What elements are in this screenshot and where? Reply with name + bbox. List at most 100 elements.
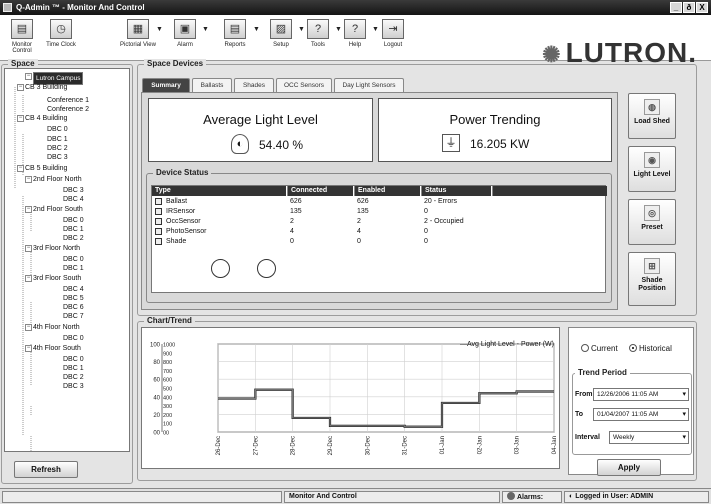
tree-node[interactable]: 4th Floor North — [33, 323, 80, 332]
tab-occ-sensors[interactable]: OCC Sensors — [276, 78, 332, 92]
tree-node[interactable]: DBC 2 — [63, 373, 84, 382]
tree-node[interactable]: 2nd Floor North — [33, 175, 82, 184]
space-tree[interactable]: − Lutron Campus − CB 3 Building Conference 1… — [4, 68, 130, 452]
to-date-value: 01/04/2007 11:05 AM — [597, 411, 659, 418]
column-header-enabled[interactable]: Enabled — [354, 186, 420, 196]
column-header-type[interactable]: Type — [152, 186, 286, 196]
shade-position-button[interactable]: ⊞ Shade Position — [628, 252, 676, 306]
tree-node[interactable]: DBC 0 — [63, 334, 84, 343]
to-date-picker[interactable]: 01/04/2007 11:05 AM ▾ — [593, 408, 689, 421]
tree-collapse-toggle[interactable]: − — [25, 176, 32, 183]
tree-node[interactable]: CB 3 Building — [25, 83, 67, 92]
tree-node[interactable]: Conference 2 — [47, 105, 89, 114]
tree-node[interactable]: DBC 6 — [63, 303, 84, 312]
tree-node[interactable]: 3rd Floor South — [33, 274, 81, 283]
tree-node[interactable]: 2nd Floor South — [33, 205, 83, 214]
tree-node[interactable]: DBC 5 — [63, 294, 84, 303]
table-row[interactable]: Shade 0 0 0 — [152, 237, 605, 247]
chevron-down-icon[interactable]: ▼ — [156, 26, 163, 33]
tree-collapse-toggle[interactable]: − — [25, 275, 32, 282]
tree-node[interactable]: DBC 3 — [47, 153, 68, 162]
historical-radio[interactable]: Historical — [629, 344, 672, 353]
tree-node[interactable]: 3rd Floor North — [33, 244, 80, 253]
reports-button[interactable]: ▤ Reports ▼ — [219, 19, 260, 48]
tree-node[interactable]: DBC 4 — [63, 195, 84, 204]
column-header-status[interactable]: Status — [421, 186, 491, 196]
tools-button[interactable]: ? Tools ▼ — [303, 19, 342, 48]
table-row[interactable]: OccSensor 2 2 2 - Occupied — [152, 217, 605, 227]
maximize-button[interactable]: ð — [683, 2, 695, 13]
preset-button[interactable]: ◎ Preset — [628, 199, 676, 245]
chevron-down-icon[interactable]: ▼ — [202, 26, 209, 33]
tab-summary[interactable]: Summary — [142, 78, 190, 92]
tree-node[interactable]: Conference 1 — [47, 96, 89, 105]
tree-collapse-toggle[interactable]: − — [25, 345, 32, 352]
light-level-button[interactable]: ◉ Light Level — [628, 146, 676, 192]
interval-select[interactable]: Weekly ▾ — [609, 431, 689, 444]
time-clock-button[interactable]: ◷ Time Clock — [44, 19, 78, 48]
tree-node[interactable]: CB 5 Building — [25, 164, 67, 173]
tree-node[interactable]: DBC 7 — [63, 312, 84, 321]
y-tick-label: 80 — [153, 360, 160, 366]
table-cell: 2 — [357, 218, 361, 225]
current-radio[interactable]: Current — [581, 344, 618, 353]
tree-node[interactable]: DBC 0 — [47, 125, 68, 134]
table-row[interactable]: Ballast 626 626 20 - Errors — [152, 197, 605, 207]
tree-node[interactable]: DBC 1 — [47, 135, 68, 144]
tree-collapse-toggle[interactable]: − — [17, 115, 24, 122]
table-cell: 4 — [357, 228, 361, 235]
monitor-control-button[interactable]: ▤ Monitor Control — [2, 19, 42, 54]
chevron-down-icon[interactable]: ▼ — [253, 26, 260, 33]
pictorial-view-button[interactable]: ▦ Pictorial View ▼ — [120, 19, 163, 48]
tree-node[interactable]: DBC 1 — [63, 264, 84, 273]
tree-node[interactable]: DBC 4 — [63, 285, 84, 294]
tree-node[interactable]: CB 4 Building — [25, 114, 67, 123]
column-header-connected[interactable]: Connected — [287, 186, 353, 196]
to-label: To — [575, 411, 584, 418]
apply-button[interactable]: Apply — [597, 459, 661, 476]
close-button[interactable]: X — [696, 2, 708, 13]
trend-chart: 100 80 60 40 20 00 1000 900 800 700 600 500 400 300 20… — [141, 327, 560, 469]
device-status-title: Device Status — [153, 168, 212, 177]
load-shed-button[interactable]: ◍ Load Shed — [628, 93, 676, 139]
table-cell: 626 — [290, 198, 302, 205]
bulb-icon: ◐ — [231, 134, 249, 154]
help-button[interactable]: ? Help ▼ — [340, 19, 379, 48]
tree-node[interactable]: DBC 3 — [63, 186, 84, 195]
minimize-button[interactable]: _ — [670, 2, 682, 13]
tree-collapse-toggle[interactable]: − — [25, 245, 32, 252]
tree-node[interactable]: DBC 1 — [63, 364, 84, 373]
reports-icon: ▤ — [224, 19, 246, 39]
x-tick-label: 28-Dec — [291, 436, 297, 455]
tree-collapse-toggle[interactable]: − — [25, 73, 32, 80]
setup-button[interactable]: ▨ Setup ▼ — [266, 19, 305, 48]
refresh-button[interactable]: Refresh — [14, 461, 78, 478]
tree-node[interactable]: DBC 0 — [63, 355, 84, 364]
tree-collapse-toggle[interactable]: − — [25, 324, 32, 331]
logout-button[interactable]: ⇥ Logout — [378, 19, 408, 48]
x-tick-label: 30-Dec — [365, 436, 371, 455]
tab-shades[interactable]: Shades — [234, 78, 274, 92]
tree-collapse-toggle[interactable]: − — [17, 84, 24, 91]
alarm-button[interactable]: ▣ Alarm ▼ — [170, 19, 209, 48]
y-tick-label: 100 — [150, 343, 161, 349]
tree-node[interactable]: DBC 2 — [47, 144, 68, 153]
tree-collapse-toggle[interactable]: − — [17, 165, 24, 172]
power-tick-label: 800 — [163, 360, 172, 366]
alarm-icon: ▣ — [174, 19, 196, 39]
tab-day-light-sensors[interactable]: Day Light Sensors — [334, 78, 404, 92]
tree-node[interactable]: 4th Floor South — [33, 344, 81, 353]
table-row[interactable]: PhotoSensor 4 4 0 — [152, 227, 605, 237]
from-date-picker[interactable]: 12/26/2006 11:05 AM ▾ — [593, 388, 689, 401]
tree-node[interactable]: DBC 3 — [63, 382, 84, 391]
tree-node[interactable]: DBC 2 — [63, 234, 84, 243]
table-row[interactable]: IRSensor 135 135 0 — [152, 207, 605, 217]
tab-ballasts[interactable]: Ballasts — [192, 78, 232, 92]
tree-node[interactable]: DBC 0 — [63, 255, 84, 264]
status-alarms[interactable]: Alarms: — [502, 491, 562, 503]
table-cell: 0 — [424, 228, 428, 235]
interval-value: Weekly — [613, 434, 635, 441]
tree-node[interactable]: DBC 0 — [63, 216, 84, 225]
tree-collapse-toggle[interactable]: − — [25, 206, 32, 213]
tree-node[interactable]: DBC 1 — [63, 225, 84, 234]
